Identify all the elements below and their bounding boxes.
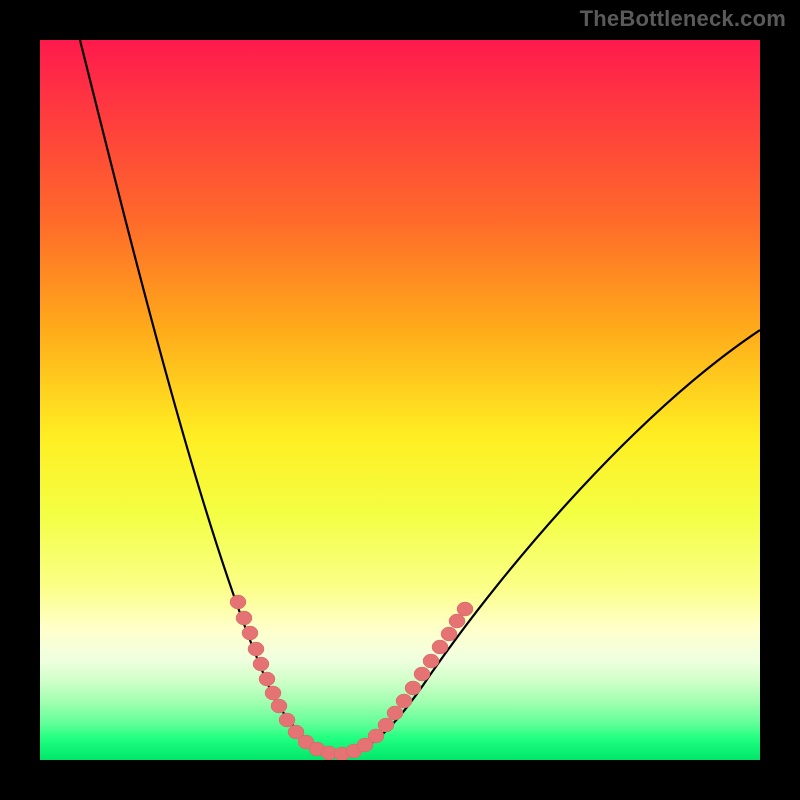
curve-marker — [405, 681, 421, 695]
curve-marker — [259, 672, 275, 686]
curve-marker — [279, 713, 295, 727]
marker-group-left — [230, 595, 337, 760]
bottleneck-curve — [80, 40, 760, 754]
curve-marker — [432, 640, 448, 654]
curve-marker — [230, 595, 246, 609]
curve-marker — [423, 654, 439, 668]
curve-marker — [271, 699, 287, 713]
plot-area — [40, 40, 760, 760]
curve-marker — [457, 602, 473, 616]
curve-marker — [253, 657, 269, 671]
curve-marker — [242, 626, 258, 640]
curve-marker — [449, 614, 465, 628]
curve-marker — [387, 706, 403, 720]
curve-marker — [265, 686, 281, 700]
marker-group-right — [334, 602, 473, 760]
chart-frame: TheBottleneck.com — [0, 0, 800, 800]
curve-marker — [248, 642, 264, 656]
watermark-text: TheBottleneck.com — [580, 6, 786, 32]
curve-marker — [414, 667, 430, 681]
curve-marker — [378, 718, 394, 732]
curve-svg — [40, 40, 760, 760]
curve-marker — [396, 694, 412, 708]
curve-marker — [236, 611, 252, 625]
curve-marker — [441, 627, 457, 641]
